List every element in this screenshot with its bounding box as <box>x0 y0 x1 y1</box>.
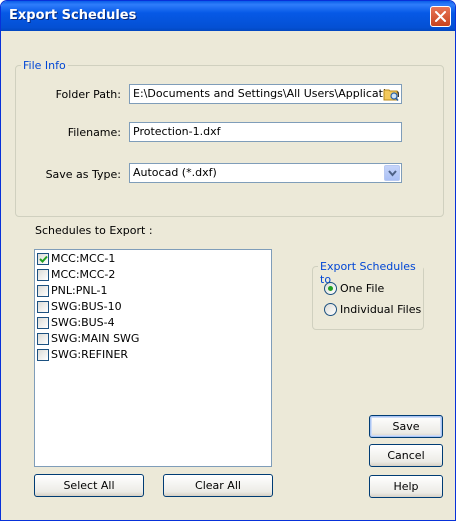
checkbox[interactable] <box>37 269 49 281</box>
checkbox[interactable] <box>37 253 49 265</box>
checkbox[interactable] <box>37 333 49 345</box>
save-button[interactable]: Save <box>369 415 443 438</box>
checkbox[interactable] <box>37 301 49 313</box>
clear-all-button[interactable]: Clear All <box>163 474 273 497</box>
filename-label: Filename: <box>67 126 121 139</box>
list-item-label: SWG:BUS-10 <box>51 300 122 313</box>
close-button[interactable] <box>430 6 451 27</box>
checkbox[interactable] <box>37 317 49 329</box>
checkmark-icon <box>39 255 48 263</box>
list-item-label: SWG:REFINER <box>51 348 129 361</box>
folder-path-value: E:\Documents and Settings\All Users\Appl… <box>133 87 402 100</box>
dropdown-button[interactable] <box>384 165 400 181</box>
folder-path-label: Folder Path: <box>55 88 121 101</box>
schedules-label: Schedules to Export : <box>35 224 153 237</box>
save-as-type-value: Autocad (*.dxf) <box>133 166 217 179</box>
select-all-button[interactable]: Select All <box>34 474 144 497</box>
title-bar[interactable]: Export Schedules <box>1 1 455 31</box>
list-item-label: PNL:PNL-1 <box>51 284 108 297</box>
radio-button[interactable] <box>324 282 337 295</box>
file-info-legend: File Info <box>21 59 68 72</box>
checkbox[interactable] <box>37 349 49 361</box>
radio-label: One File <box>340 282 385 295</box>
save-as-type-label: Save as Type: <box>45 168 121 181</box>
list-item-label: SWG:BUS-4 <box>51 316 115 329</box>
help-button[interactable]: Help <box>369 475 443 498</box>
schedules-listbox[interactable]: MCC:MCC-1 MCC:MCC-2 PNL:PNL-1 SWG:BUS-10… <box>34 249 272 467</box>
list-item-label: MCC:MCC-1 <box>51 252 116 265</box>
dialog-body: File Info Folder Path: E:\Documents and … <box>5 31 453 518</box>
window-title: Export Schedules <box>9 8 137 23</box>
filename-value: Protection-1.dxf <box>133 125 221 138</box>
radio-selected-indicator <box>328 286 333 291</box>
radio-label: Individual Files <box>340 303 422 316</box>
close-icon <box>435 11 446 22</box>
browse-button[interactable] <box>383 86 399 102</box>
save-as-type-select[interactable]: Autocad (*.dxf) <box>129 163 402 183</box>
chevron-down-icon <box>388 170 397 177</box>
file-info-group: File Info Folder Path: E:\Documents and … <box>15 59 444 217</box>
folder-path-field[interactable]: E:\Documents and Settings\All Users\Appl… <box>129 84 402 104</box>
radio-button[interactable] <box>324 303 337 316</box>
cancel-button[interactable]: Cancel <box>369 444 443 467</box>
folder-icon <box>383 89 399 102</box>
list-item-label: SWG:MAIN SWG <box>51 332 140 345</box>
filename-field[interactable]: Protection-1.dxf <box>129 122 402 142</box>
list-item-label: MCC:MCC-2 <box>51 268 116 281</box>
export-schedules-dialog: Export Schedules File Info Folder Path: … <box>0 0 456 521</box>
export-to-group: Export Schedules to One File Individual … <box>312 260 424 330</box>
checkbox[interactable] <box>37 285 49 297</box>
